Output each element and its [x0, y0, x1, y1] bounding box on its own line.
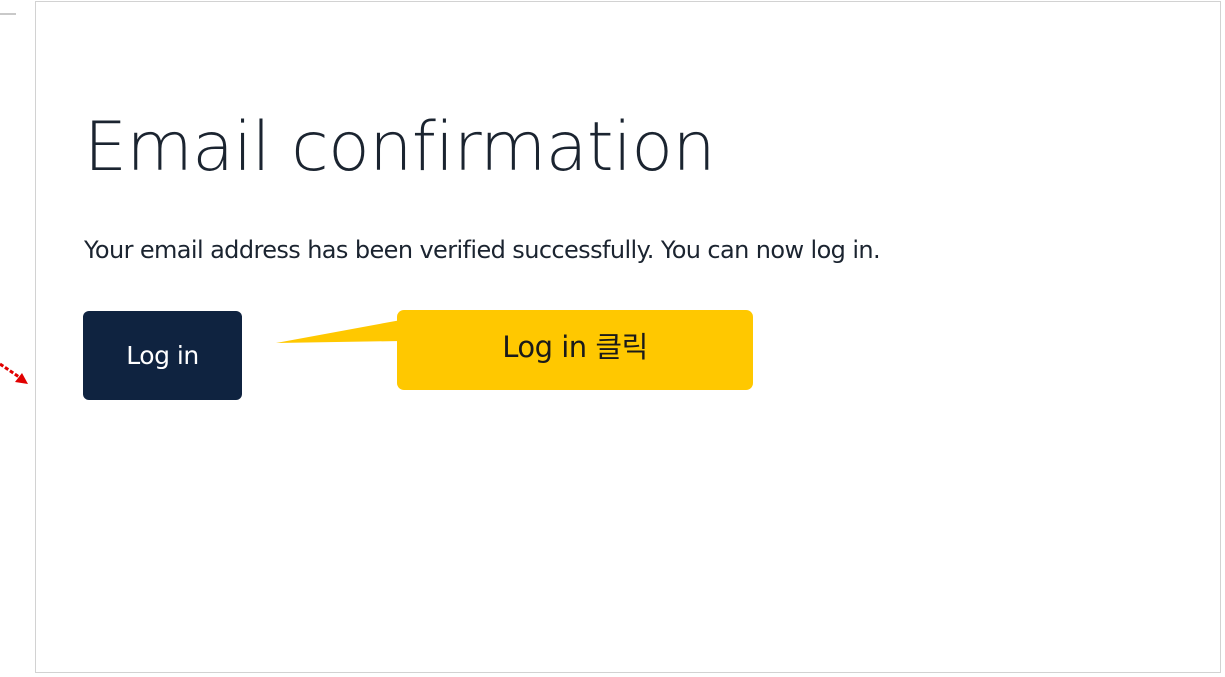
screenshot-stage: Email confirmation Your email address ha… [0, 0, 1225, 677]
callout-pointer [276, 320, 401, 343]
instruction-callout: Log in 클릭 [397, 310, 753, 390]
page-title: Email confirmation [84, 108, 716, 187]
callout-label: Log in 클릭 [502, 329, 648, 364]
confirmation-message: Your email address has been verified suc… [84, 236, 881, 264]
red-arrow-icon [0, 362, 28, 384]
login-button-label: Log in [126, 341, 199, 370]
left-divider-line [0, 13, 16, 15]
login-button[interactable]: Log in [83, 311, 242, 400]
